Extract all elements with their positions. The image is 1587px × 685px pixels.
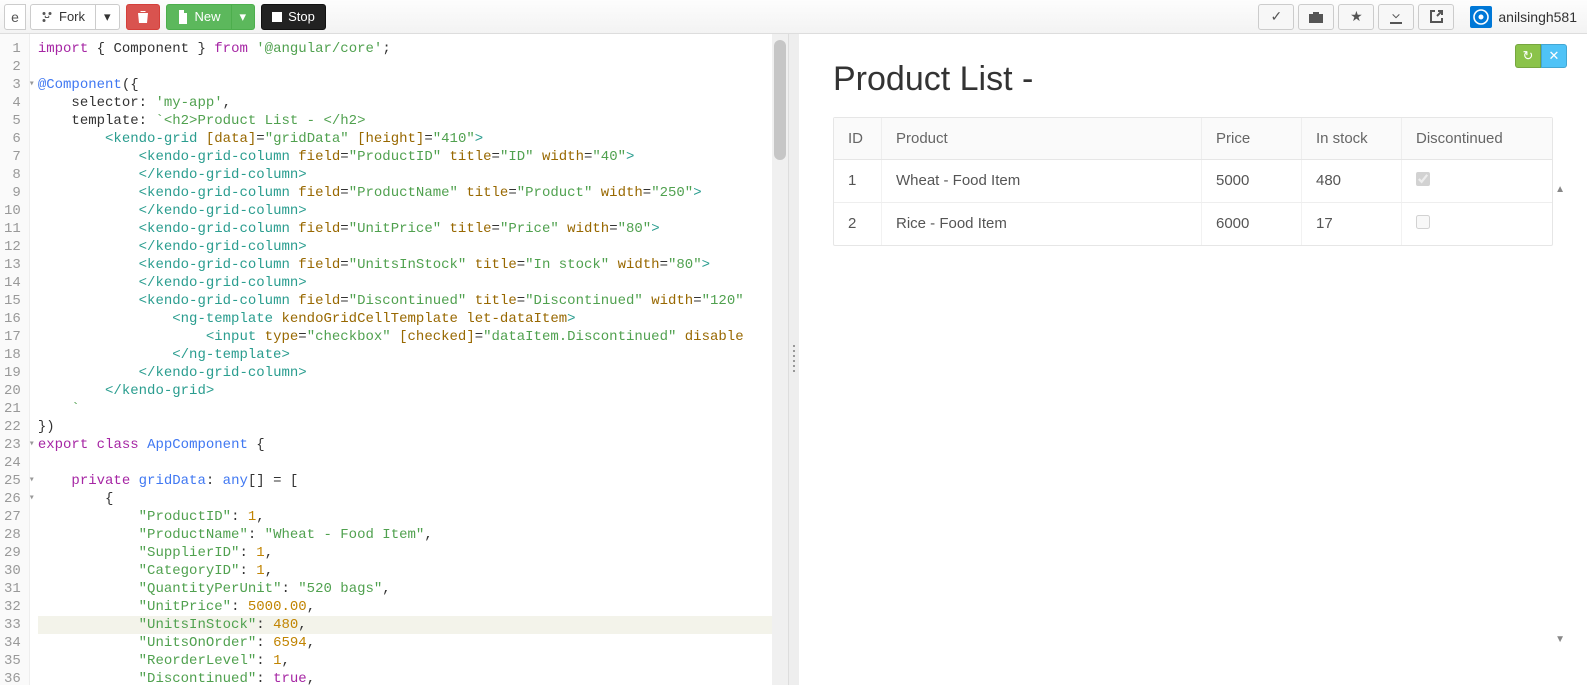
close-preview-button[interactable]: ✕ — [1541, 44, 1567, 68]
new-label: New — [195, 9, 221, 24]
avatar-icon — [1470, 6, 1492, 28]
splitter-grip-icon — [793, 345, 795, 375]
cell-price: 6000 — [1202, 203, 1302, 245]
scroll-down-icon[interactable]: ▼ — [1555, 634, 1565, 645]
stop-label: Stop — [288, 9, 315, 24]
grid-header-price[interactable]: Price — [1202, 118, 1302, 159]
discontinued-checkbox — [1416, 172, 1430, 186]
external-link-icon — [1430, 10, 1443, 23]
cell-stock: 480 — [1302, 160, 1402, 202]
preview-float-tools: ↻ ✕ — [1515, 44, 1567, 68]
main-split: 1234567891011121314151617181920212223242… — [0, 34, 1587, 685]
cell-stock: 17 — [1302, 203, 1402, 245]
table-row[interactable]: 1Wheat - Food Item5000480 — [834, 160, 1552, 203]
top-toolbar: e Fork ▾ New ▾ Stop — [0, 0, 1587, 34]
preview-content: Product List - ID Product Price In stock… — [799, 34, 1587, 272]
editor-gutter: 1234567891011121314151617181920212223242… — [0, 34, 30, 685]
close-icon: ✕ — [1549, 48, 1560, 64]
cell-price: 5000 — [1202, 160, 1302, 202]
preview-pane: ↻ ✕ Product List - ID Product Price In s… — [799, 34, 1587, 685]
new-caret-button[interactable]: ▾ — [232, 4, 256, 30]
grid-header-id[interactable]: ID — [834, 118, 882, 159]
refresh-preview-button[interactable]: ↻ — [1515, 44, 1541, 68]
fork-label: Fork — [59, 9, 85, 24]
new-button-group: New ▾ — [166, 4, 256, 30]
caret-left-icon: e — [11, 9, 19, 25]
code-editor[interactable]: 1234567891011121314151617181920212223242… — [0, 34, 788, 685]
fork-caret-button[interactable]: ▾ — [96, 4, 120, 30]
star-icon: ★ — [1350, 8, 1363, 25]
editor-code[interactable]: import { Component } from '@angular/core… — [30, 34, 788, 685]
stop-button[interactable]: Stop — [261, 4, 326, 30]
user-menu[interactable]: anilsingh581 — [1464, 6, 1583, 28]
star-button[interactable]: ★ — [1338, 4, 1374, 30]
check-icon: ✓ — [1271, 8, 1283, 25]
download-icon — [1389, 10, 1403, 24]
trash-icon — [137, 10, 149, 24]
cell-id: 2 — [834, 203, 882, 245]
cell-disc — [1402, 160, 1552, 202]
file-icon — [177, 10, 189, 24]
stop-icon — [272, 12, 282, 22]
new-button[interactable]: New — [166, 4, 232, 30]
delete-button[interactable] — [126, 4, 160, 30]
briefcase-icon — [1309, 11, 1323, 23]
preview-title: Product List - — [833, 60, 1553, 99]
caret-down-icon: ▾ — [240, 9, 247, 25]
grid-header-product[interactable]: Product — [882, 118, 1202, 159]
fork-button-group: Fork ▾ — [30, 4, 120, 30]
data-grid: ID Product Price In stock Discontinued 1… — [833, 117, 1553, 246]
grid-header-disc[interactable]: Discontinued — [1402, 118, 1552, 159]
refresh-icon: ↻ — [1523, 48, 1534, 64]
discontinued-checkbox — [1416, 215, 1430, 229]
menu-caret-left[interactable]: e — [4, 4, 26, 30]
scrollbar-thumb[interactable] — [774, 40, 786, 160]
table-row[interactable]: 2Rice - Food Item600017 — [834, 203, 1552, 245]
cell-id: 1 — [834, 160, 882, 202]
grid-body: 1Wheat - Food Item50004802Rice - Food It… — [834, 160, 1552, 245]
download-button[interactable] — [1378, 4, 1414, 30]
scroll-up-icon[interactable]: ▲ — [1555, 184, 1565, 195]
briefcase-button[interactable] — [1298, 4, 1334, 30]
grid-header-stock[interactable]: In stock — [1302, 118, 1402, 159]
pane-splitter[interactable] — [789, 34, 799, 685]
cell-disc — [1402, 203, 1552, 245]
external-button[interactable] — [1418, 4, 1454, 30]
cell-product: Wheat - Food Item — [882, 160, 1202, 202]
grid-header-row: ID Product Price In stock Discontinued — [834, 118, 1552, 160]
editor-pane: 1234567891011121314151617181920212223242… — [0, 34, 789, 685]
fork-button[interactable]: Fork — [30, 4, 96, 30]
user-name: anilsingh581 — [1498, 9, 1577, 25]
fork-icon — [41, 10, 53, 24]
check-button[interactable]: ✓ — [1258, 4, 1294, 30]
caret-down-icon: ▾ — [104, 9, 111, 25]
editor-scrollbar[interactable] — [772, 34, 788, 685]
cell-product: Rice - Food Item — [882, 203, 1202, 245]
